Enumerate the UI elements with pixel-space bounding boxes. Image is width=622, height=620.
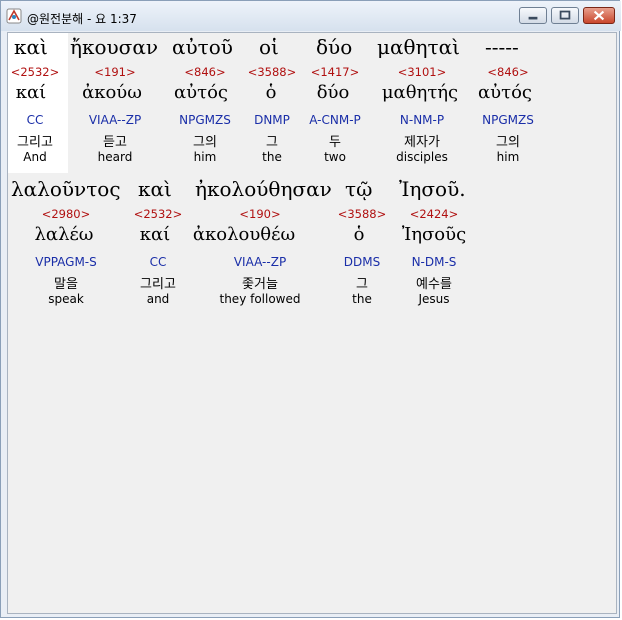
greek-word: ----- — [485, 35, 519, 59]
english-gloss: they followed — [219, 292, 301, 306]
greek-word: καὶ — [14, 35, 48, 59]
lemma: ὁ — [353, 224, 365, 245]
greek-word: αὐτοῦ — [172, 35, 233, 59]
greek-word: καὶ — [138, 177, 172, 201]
close-icon — [593, 10, 605, 21]
lemma: καί — [139, 224, 171, 245]
parsing-code: NPGMZS — [179, 113, 231, 127]
strong-number: <2424> — [409, 207, 459, 221]
korean-gloss: 두 — [329, 135, 341, 150]
korean-gloss: 그리고 — [17, 135, 53, 150]
minimize-button[interactable] — [519, 7, 547, 24]
english-gloss: speak — [48, 292, 84, 306]
minimize-icon — [528, 16, 538, 20]
english-gloss: him — [496, 150, 520, 164]
parsing-code: N-DM-S — [411, 255, 457, 269]
korean-gloss: 말을 — [54, 277, 78, 292]
korean-gloss: 좇거늘 — [242, 277, 278, 292]
parsing-code: VIAA--ZP — [88, 113, 142, 127]
parsing-code: N-NM-P — [399, 113, 445, 127]
app-window: @원전분해 - 요 1:37 καὶ <2532> καί CC 그리고 And — [0, 0, 621, 618]
app-diagram-icon — [6, 8, 22, 24]
title-bar[interactable]: @원전분해 - 요 1:37 — [1, 1, 621, 31]
strong-number: <190> — [239, 207, 281, 221]
parsing-code: NPGMZS — [482, 113, 534, 127]
korean-gloss: 그리고 — [140, 277, 176, 292]
lemma: Ἰησοῦς — [401, 224, 467, 245]
greek-word: μαθηταὶ — [377, 35, 460, 59]
korean-gloss: 그의 — [193, 135, 217, 150]
korean-gloss: 제자가 — [404, 135, 440, 150]
lemma: μαθητής — [381, 82, 459, 103]
english-gloss: Jesus — [418, 292, 450, 306]
lemma: ἀκούω — [82, 82, 142, 103]
korean-gloss: 그 — [266, 135, 278, 150]
lemma: αὐτός — [174, 82, 228, 103]
korean-gloss: 그의 — [496, 135, 520, 150]
analysis-panel: καὶ <2532> καί CC 그리고 And ἤκουσαν <191> … — [7, 32, 617, 614]
greek-word: οἱ — [259, 35, 279, 59]
english-gloss: heard — [97, 150, 133, 164]
strong-number: <2532> — [133, 207, 183, 221]
greek-word: λαλοῦντος — [11, 177, 121, 201]
korean-gloss: 듣고 — [103, 135, 127, 150]
greek-word: ἤκουσαν — [70, 35, 158, 59]
lemma: λαλέω — [34, 224, 94, 245]
english-gloss: and — [146, 292, 170, 306]
strong-number: <846> — [184, 65, 226, 79]
parsing-code: DNMP — [254, 113, 290, 127]
parsing-code: VIAA--ZP — [233, 255, 287, 269]
korean-gloss: 그 — [356, 277, 368, 292]
strong-number: <2532> — [10, 65, 60, 79]
maximize-icon — [559, 10, 571, 20]
english-gloss: the — [262, 150, 282, 164]
close-button[interactable] — [583, 7, 615, 24]
lemma: δύο — [316, 82, 350, 103]
lemma: ἀκολουθέω — [192, 224, 296, 245]
lemma: αὐτός — [478, 82, 532, 103]
greek-word: δύο — [316, 35, 353, 59]
english-gloss: disciples — [396, 150, 448, 164]
english-gloss: him — [193, 150, 217, 164]
parsing-code: CC — [26, 113, 44, 127]
strong-number: <191> — [94, 65, 136, 79]
parsing-code: A-CNM-P — [309, 113, 361, 127]
english-gloss: two — [324, 150, 346, 164]
lemma: καί — [15, 82, 47, 103]
parsing-code: CC — [149, 255, 167, 269]
lemma: ὁ — [265, 82, 277, 103]
greek-word: Ἰησοῦ. — [399, 177, 466, 201]
parsing-code: DDMS — [343, 255, 381, 269]
maximize-button[interactable] — [551, 7, 579, 24]
korean-gloss: 예수를 — [416, 277, 452, 292]
strong-number: <3588> — [247, 65, 297, 79]
window-title: @원전분해 - 요 1:37 — [27, 12, 137, 26]
strong-number: <3101> — [397, 65, 447, 79]
greek-word: ἠκολούθησαν — [195, 177, 332, 201]
parsing-code: VPPAGM-S — [35, 255, 97, 269]
greek-word: τῷ — [345, 177, 373, 201]
strong-number: <3588> — [337, 207, 387, 221]
english-gloss: And — [23, 150, 47, 164]
english-gloss: the — [352, 292, 372, 306]
strong-number: <2980> — [41, 207, 91, 221]
strong-number: <1417> — [310, 65, 360, 79]
strong-number: <846> — [487, 65, 529, 79]
